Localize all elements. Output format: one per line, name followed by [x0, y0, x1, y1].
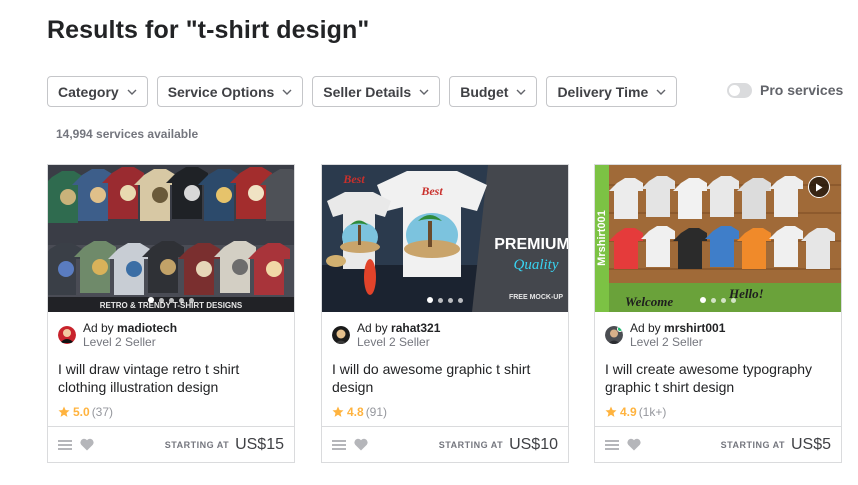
collection-list-icon[interactable] — [58, 438, 72, 452]
carousel-dot[interactable] — [169, 297, 174, 303]
carousel-dot[interactable] — [731, 297, 736, 303]
carousel-dots — [48, 297, 294, 303]
heart-icon[interactable] — [627, 438, 641, 452]
chevron-down-icon — [656, 87, 666, 97]
online-indicator — [617, 326, 623, 332]
carousel-dot[interactable] — [189, 297, 194, 303]
avatar[interactable] — [58, 326, 76, 344]
seller-info: Ad by madiotech Level 2 Seller — [58, 320, 294, 350]
rating-score: 5.0 — [73, 405, 90, 419]
seller-info: Ad by rahat321 Level 2 Seller — [332, 320, 568, 350]
gig-card[interactable]: Best Best PREMIUM Quality FREE MOCK-UP A… — [321, 164, 569, 463]
svg-text:Best: Best — [420, 184, 443, 198]
image-caption: Mrshirt001 — [596, 210, 608, 266]
chevron-down-icon — [419, 87, 429, 97]
carousel-dot[interactable] — [458, 297, 463, 303]
rating-score: 4.8 — [347, 405, 364, 419]
gig-card[interactable]: Mrshirt001 Welcome Hello! Ad by mrshirt0… — [594, 164, 842, 463]
rating: 5.0 (37) — [58, 405, 294, 419]
ad-prefix: Ad by — [83, 321, 114, 335]
star-icon — [58, 406, 70, 417]
carousel-dot[interactable] — [711, 297, 716, 303]
filter-category[interactable]: Category — [47, 76, 148, 107]
collection-list-icon[interactable] — [332, 438, 346, 452]
price[interactable]: US$10 — [509, 436, 558, 454]
filter-budget[interactable]: Budget — [449, 76, 538, 107]
price[interactable]: US$15 — [235, 436, 284, 454]
seller-name[interactable]: mrshirt001 — [664, 321, 725, 335]
price[interactable]: US$5 — [791, 436, 831, 454]
seller-level: Level 2 Seller — [83, 335, 156, 349]
review-count: (37) — [91, 405, 114, 419]
filter-delivery-time[interactable]: Delivery Time — [546, 76, 678, 107]
chevron-down-icon — [516, 87, 526, 97]
services-count: 14,994 services available — [56, 127, 199, 141]
gig-title[interactable]: I will create awesome typography graphic… — [605, 360, 831, 396]
avatar[interactable] — [605, 326, 623, 344]
seller-info: Ad by mrshirt001 Level 2 Seller — [605, 320, 841, 350]
pro-services-toggle[interactable] — [727, 82, 752, 98]
chevron-down-icon — [127, 87, 137, 97]
carousel-dots — [595, 297, 841, 303]
filter-seller-details[interactable]: Seller Details — [312, 76, 441, 107]
starting-at-label: STARTING AT — [438, 439, 504, 450]
carousel-dot[interactable] — [438, 297, 443, 303]
rating: 4.9 (1k+) — [605, 405, 841, 419]
starting-at-label: STARTING AT — [164, 439, 230, 450]
avatar[interactable] — [332, 326, 350, 344]
gig-title[interactable]: I will do awesome graphic t shirt design — [332, 360, 558, 396]
play-video-button[interactable] — [808, 176, 830, 198]
filter-label: Delivery Time — [557, 83, 649, 100]
carousel-dot[interactable] — [159, 297, 164, 303]
heart-icon[interactable] — [354, 438, 368, 452]
pro-services-label[interactable]: Pro services — [760, 82, 843, 98]
filter-service-options[interactable]: Service Options — [156, 76, 304, 107]
seller-name[interactable]: madiotech — [117, 321, 177, 335]
ad-prefix: Ad by — [357, 321, 388, 335]
review-count: (1k+) — [638, 405, 667, 419]
carousel-dot[interactable] — [427, 297, 433, 303]
pro-services-toggle-group: Pro services — [727, 82, 843, 98]
page-title: Results for "t-shirt design" — [47, 16, 370, 44]
carousel-dot[interactable] — [179, 297, 184, 303]
star-icon — [605, 406, 617, 417]
image-caption: PREMIUM — [494, 236, 568, 253]
rating: 4.8 (91) — [332, 405, 568, 419]
starting-at-label: STARTING AT — [720, 439, 785, 450]
filter-label: Service Options — [167, 83, 275, 100]
seller-level: Level 2 Seller — [357, 335, 430, 349]
carousel-dot[interactable] — [700, 297, 706, 303]
heart-icon[interactable] — [80, 438, 94, 452]
gig-image[interactable]: Best Best PREMIUM Quality FREE MOCK-UP — [322, 165, 568, 312]
carousel-dot[interactable] — [721, 297, 726, 303]
star-icon — [332, 406, 344, 417]
carousel-dot[interactable] — [148, 297, 154, 303]
collection-list-icon[interactable] — [605, 438, 619, 452]
carousel-dot[interactable] — [448, 297, 453, 303]
image-caption-secondary: Quality — [514, 257, 559, 273]
carousel-dots — [322, 297, 568, 303]
play-icon — [816, 183, 823, 191]
rating-score: 4.9 — [620, 405, 637, 419]
gig-title[interactable]: I will draw vintage retro t shirt clothi… — [58, 360, 284, 396]
toggle-knob — [729, 84, 740, 96]
filter-label: Seller Details — [323, 83, 412, 100]
card-footer: STARTING AT US$5 — [595, 426, 841, 462]
ad-prefix: Ad by — [630, 321, 661, 335]
chevron-down-icon — [282, 87, 292, 97]
card-footer: STARTING AT US$15 — [48, 426, 294, 462]
gig-image[interactable]: Mrshirt001 Welcome Hello! — [595, 165, 841, 312]
gig-card[interactable]: RETRO & TRENDY T-SHIRT DESIGNS Ad by mad… — [47, 164, 295, 463]
gig-image[interactable]: RETRO & TRENDY T-SHIRT DESIGNS — [48, 165, 294, 312]
review-count: (91) — [365, 405, 388, 419]
seller-level: Level 2 Seller — [630, 335, 703, 349]
filter-label: Budget — [460, 83, 509, 100]
filter-label: Category — [58, 83, 119, 100]
card-footer: STARTING AT US$10 — [322, 426, 568, 462]
filter-bar: Category Service Options Seller Details … — [47, 76, 678, 107]
svg-text:Best: Best — [342, 172, 365, 186]
seller-name[interactable]: rahat321 — [391, 321, 440, 335]
